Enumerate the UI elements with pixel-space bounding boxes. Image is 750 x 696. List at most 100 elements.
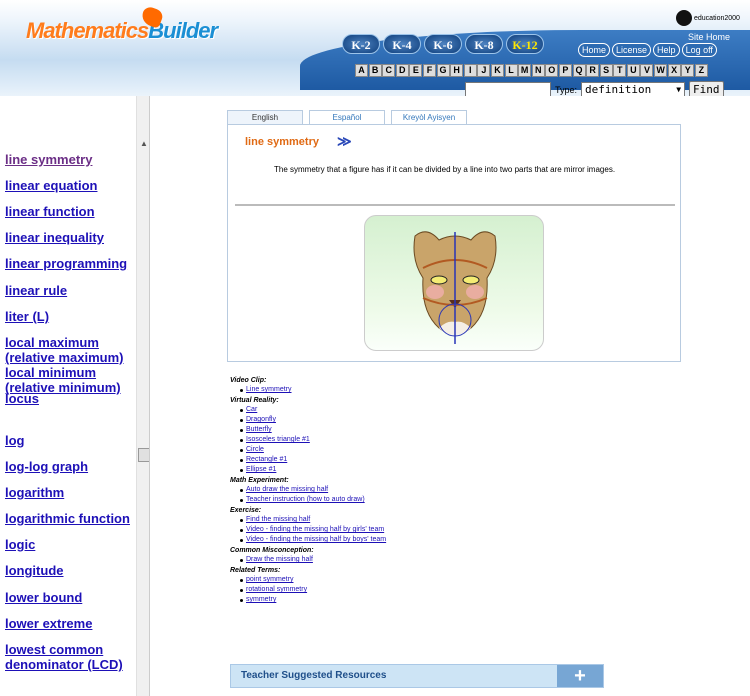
section-list: point symmetry rotational symmetry symmetr… [236, 575, 530, 605]
letter-w[interactable]: W [654, 64, 668, 77]
letter-r[interactable]: R [586, 64, 600, 77]
term-sidebar: line symmetry linear equation linear funct… [0, 96, 150, 696]
resource-link[interactable]: point symmetry [236, 575, 530, 585]
resource-link[interactable]: Butterfly [236, 425, 530, 435]
term-link[interactable]: logarithm [5, 485, 135, 500]
resource-link[interactable]: Teacher instruction (how to auto draw) [236, 495, 530, 505]
teacher-resources-bar[interactable]: Teacher Suggested Resources + [230, 664, 604, 688]
tab-english[interactable]: English [227, 110, 303, 124]
search-input[interactable] [465, 82, 551, 96]
term-link[interactable]: lowest common denominator (LCD) [5, 642, 135, 672]
resource-link[interactable]: Isosceles triangle #1 [236, 435, 530, 445]
site-home-link[interactable]: Site Home [688, 32, 730, 42]
resource-link[interactable]: symmetry [236, 595, 530, 605]
term-link[interactable]: liter (L) [5, 309, 135, 324]
definition-card: line symmetry ≫ The symmetry that a figu… [227, 124, 681, 362]
grade-k-6[interactable]: K-6 [424, 34, 462, 54]
letter-p[interactable]: P [558, 64, 572, 77]
page: MathematicsBuilder K-2 K-4 K-6 K-8 K-12 educ… [0, 0, 750, 696]
grade-k-8[interactable]: K-8 [465, 34, 503, 54]
toplink-help[interactable]: Help [653, 43, 680, 57]
letter-h[interactable]: H [450, 64, 464, 77]
resource-link[interactable]: Video - finding the missing half by girl… [236, 525, 530, 535]
brand-label: education2000 [694, 14, 740, 22]
letter-o[interactable]: O [545, 64, 559, 77]
letter-c[interactable]: C [382, 64, 396, 77]
letter-a[interactable]: A [355, 64, 368, 77]
divider [235, 204, 675, 206]
term-link[interactable]: line symmetry [5, 152, 135, 167]
resource-link[interactable]: Line symmetry [236, 385, 530, 395]
resource-link[interactable]: Circle [236, 445, 530, 455]
letter-m[interactable]: M [518, 64, 532, 77]
resource-link[interactable]: Rectangle #1 [236, 455, 530, 465]
letter-j[interactable]: J [477, 64, 491, 77]
letter-b[interactable]: B [368, 64, 382, 77]
letter-g[interactable]: G [436, 64, 450, 77]
letter-u[interactable]: U [626, 64, 640, 77]
term-link[interactable]: lower extreme [5, 616, 135, 631]
letter-e[interactable]: E [409, 64, 423, 77]
plus-icon[interactable]: + [557, 665, 603, 687]
letter-d[interactable]: D [395, 64, 409, 77]
term-link[interactable]: logarithmic function [5, 511, 135, 526]
teacher-resources-label: Teacher Suggested Resources [241, 670, 387, 681]
lion-face-icon [413, 231, 497, 344]
letter-l[interactable]: L [504, 64, 518, 77]
term-link[interactable]: local maximum (relative maximum) [5, 335, 135, 365]
letter-s[interactable]: S [599, 64, 613, 77]
type-select[interactable]: definition ▼ [581, 81, 686, 96]
sidebar-scrollbar[interactable]: ▲ [136, 96, 149, 696]
letter-i[interactable]: I [463, 64, 477, 77]
resource-link[interactable]: Car [236, 405, 530, 415]
tab-kreyol[interactable]: Kreyòl Ayisyen [391, 110, 467, 124]
resource-link[interactable]: Draw the missing half [236, 555, 530, 565]
scrollbar-thumb[interactable] [138, 448, 149, 462]
letter-n[interactable]: N [531, 64, 545, 77]
resource-link[interactable]: Video - finding the missing half by boys… [236, 535, 530, 545]
term-link[interactable]: log [5, 433, 135, 448]
resource-link[interactable]: Ellipse #1 [236, 465, 530, 475]
term-link[interactable]: longitude [5, 563, 135, 578]
letter-z[interactable]: Z [694, 64, 708, 77]
term-link[interactable]: linear function [5, 204, 135, 219]
term-link[interactable]: linear rule [5, 283, 135, 298]
scroll-up-icon[interactable]: ▲ [140, 139, 148, 148]
resource-link[interactable]: Dragonfly [236, 415, 530, 425]
resource-link[interactable]: rotational symmetry [236, 585, 530, 595]
grade-k-4[interactable]: K-4 [383, 34, 421, 54]
term-link[interactable]: logic [5, 537, 135, 552]
letter-k[interactable]: K [490, 64, 504, 77]
section-title: Common Misconception: [230, 547, 314, 554]
alphabet-bar: ABCDEFGHIJKLMNOPQRSTUVWXYZ [355, 64, 708, 77]
section-title: Virtual Reality: [230, 397, 279, 404]
resource-link[interactable]: Auto draw the missing half [236, 485, 530, 495]
letter-t[interactable]: T [613, 64, 627, 77]
type-select-value: definition [585, 82, 652, 96]
tab-espanol[interactable]: Español [309, 110, 385, 124]
resource-link[interactable]: Find the missing half [236, 515, 530, 525]
term-link[interactable]: linear programming [5, 256, 135, 271]
more-arrow-icon[interactable]: ≫ [337, 133, 352, 150]
app-logo[interactable]: MathematicsBuilder [26, 18, 218, 44]
toplink-log-off[interactable]: Log off [681, 43, 717, 57]
letter-q[interactable]: Q [572, 64, 586, 77]
toplink-license[interactable]: License [612, 43, 652, 57]
grade-k-2[interactable]: K-2 [342, 34, 380, 54]
letter-y[interactable]: Y [681, 64, 695, 77]
section-list: Find the missing half Video - finding the… [236, 515, 530, 545]
term-link[interactable]: lower bound [5, 590, 135, 605]
term-link[interactable]: linear inequality [5, 230, 135, 245]
toplink-home[interactable]: Home [578, 43, 611, 57]
term-link[interactable]: locus [5, 391, 135, 406]
find-button[interactable]: Find [689, 81, 724, 96]
term-link[interactable]: linear equation [5, 178, 135, 193]
grade-k-12[interactable]: K-12 [506, 34, 544, 54]
term-list: line symmetry linear equation linear funct… [0, 96, 136, 696]
term-link[interactable]: log-log graph [5, 459, 135, 474]
letter-f[interactable]: F [422, 64, 436, 77]
letter-v[interactable]: V [640, 64, 654, 77]
resource-sections: Video Clip: Line symmetry Virtual Reality:… [230, 376, 530, 606]
section-title: Video Clip: [230, 377, 267, 384]
letter-x[interactable]: X [667, 64, 681, 77]
